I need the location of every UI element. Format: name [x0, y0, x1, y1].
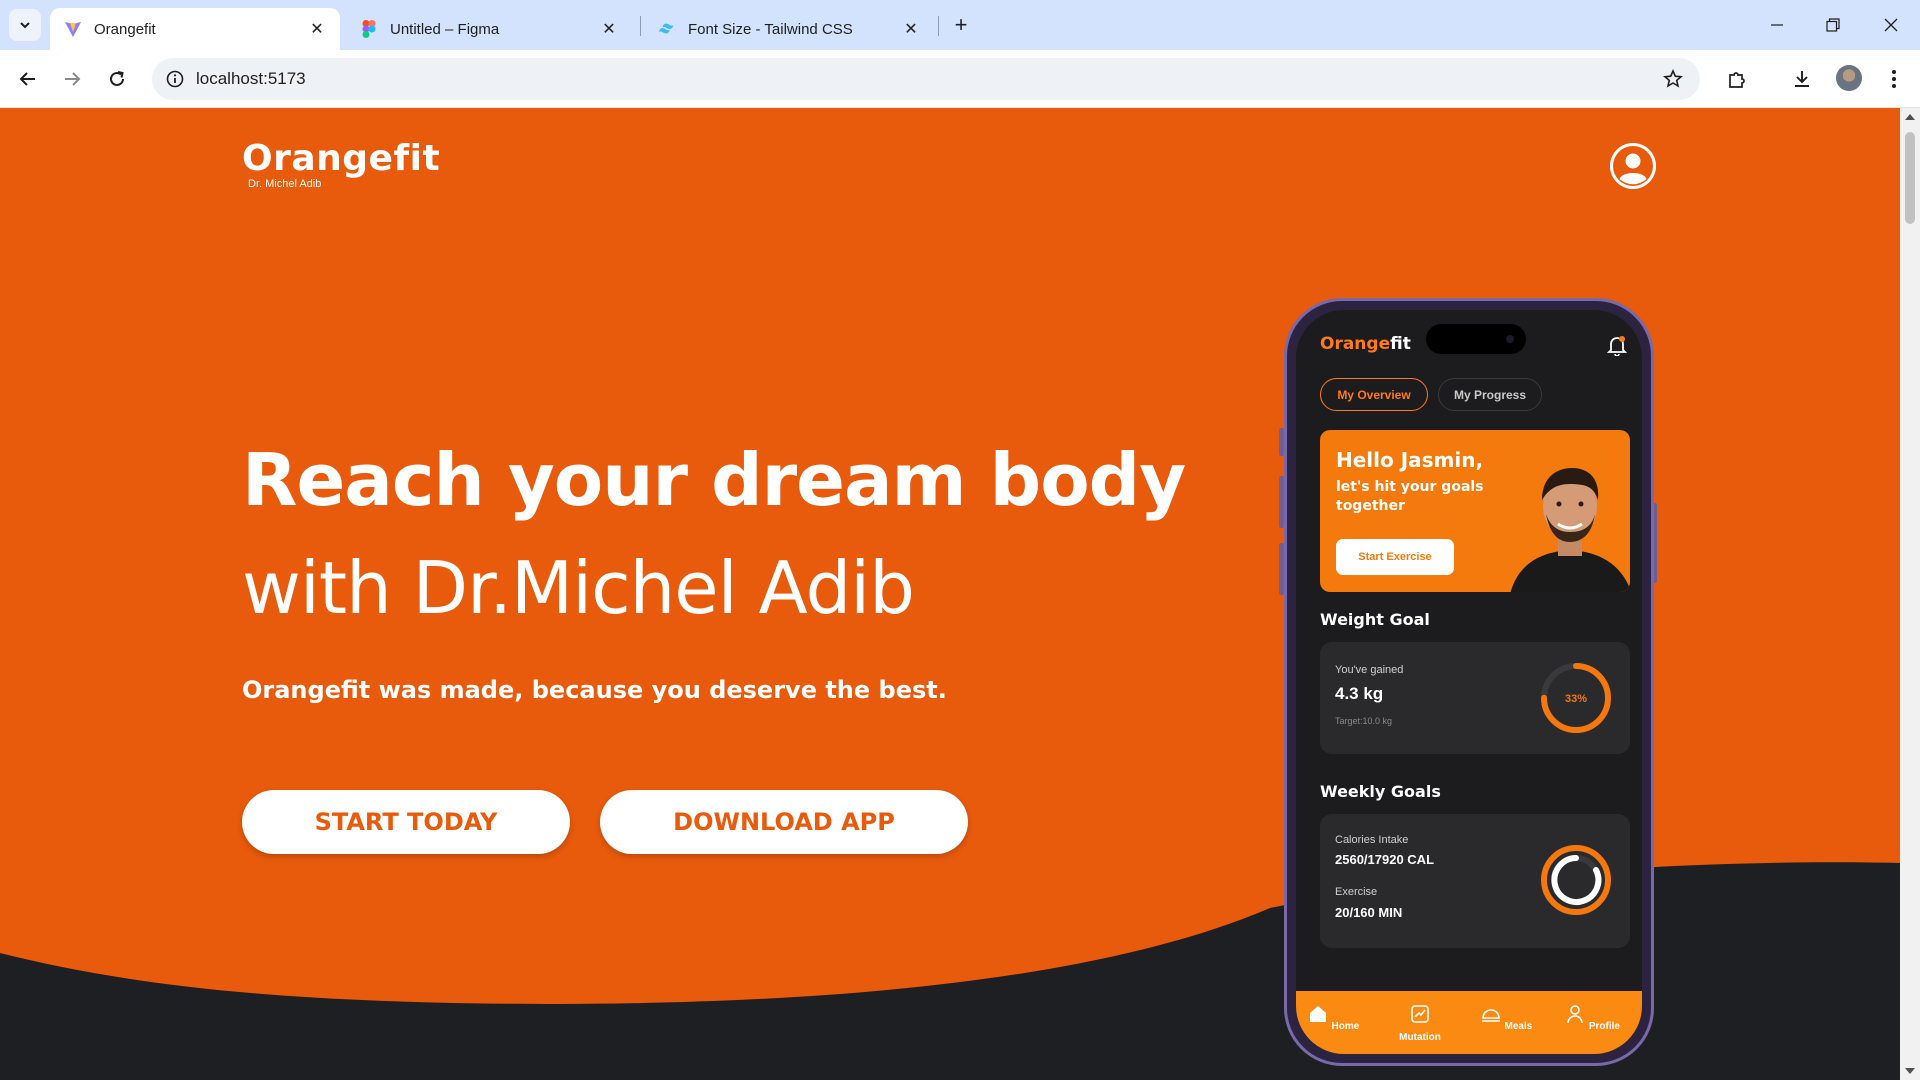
scroll-up-arrow-icon[interactable] — [1905, 114, 1915, 120]
page-scrollbar[interactable] — [1900, 108, 1920, 1080]
tab-title: Font Size - Tailwind CSS — [688, 20, 853, 38]
tailwind-icon — [658, 20, 676, 38]
exercise-value: 20/160 MIN — [1335, 905, 1403, 920]
reload-icon — [110, 71, 124, 86]
nav-home[interactable]: Home — [1303, 1003, 1363, 1032]
person-icon — [1567, 1005, 1583, 1024]
weight-label: You've gained — [1335, 664, 1404, 676]
exercise-label: Exercise — [1335, 886, 1378, 898]
close-icon[interactable]: ✕ — [308, 20, 326, 38]
address-bar[interactable]: localhost:5173 — [152, 58, 1700, 100]
arrow-right-icon — [65, 72, 81, 86]
chart-icon — [1411, 1005, 1429, 1023]
downloads-button[interactable] — [1786, 63, 1818, 95]
close-icon[interactable]: ✕ — [600, 20, 618, 38]
close-window-button[interactable] — [1876, 10, 1906, 40]
app-logo: Orangefit — [1320, 334, 1411, 354]
tab-title: Untitled – Figma — [390, 20, 500, 38]
phone-mockup: Orangefit My Overview My Progress Hello … — [1284, 298, 1654, 1066]
tab-tailwind[interactable]: Font Size - Tailwind CSS ✕ — [644, 8, 934, 50]
scroll-down-arrow-icon[interactable] — [1905, 1068, 1915, 1074]
browser-tab-bar: Orangefit ✕ Untitled – Figma ✕ Font Size… — [0, 0, 1920, 50]
puzzle-icon — [1729, 72, 1745, 88]
tab-separator — [938, 16, 939, 36]
home-icon — [1309, 1006, 1326, 1022]
restore-icon — [1826, 18, 1840, 32]
scrollbar-thumb[interactable] — [1905, 132, 1915, 224]
nav-profile[interactable]: Profile — [1562, 1003, 1622, 1032]
extensions-button[interactable] — [1721, 63, 1753, 95]
brand-subtitle: Dr. Michel Adib — [248, 178, 322, 190]
calories-label: Calories Intake — [1335, 834, 1409, 846]
more-vert-icon — [1892, 70, 1896, 88]
nav-meals[interactable]: Meals — [1476, 1003, 1536, 1032]
tab-figma[interactable]: Untitled – Figma ✕ — [346, 8, 632, 50]
greeting-title: Hello Jasmin, — [1336, 448, 1484, 472]
back-button[interactable] — [12, 63, 44, 95]
figma-icon — [360, 20, 378, 38]
minimize-button[interactable] — [1762, 10, 1792, 40]
page-viewport: Orangefit Dr. Michel Adib Reach your dre… — [0, 108, 1900, 1080]
weight-progress-ring: 33% — [1541, 663, 1611, 733]
hero-subheadline: with Dr.Michel Adib — [242, 546, 915, 630]
tab-orangefit[interactable]: Orangefit ✕ — [50, 8, 340, 50]
user-account-button[interactable] — [1610, 143, 1656, 189]
hero-headline: Reach your dream body — [242, 438, 1186, 522]
reload-button[interactable] — [101, 63, 133, 95]
forward-button[interactable] — [56, 63, 88, 95]
weight-percent: 33% — [1565, 693, 1587, 705]
app-bottom-nav: Home Mutation Meals Profile — [1296, 991, 1642, 1054]
arrow-left-icon — [19, 72, 35, 86]
weight-value: 4.3 kg — [1335, 684, 1384, 703]
site-info-icon[interactable] — [164, 68, 186, 90]
start-today-button[interactable]: START TODAY — [242, 790, 570, 854]
brand-logo[interactable]: Orangefit — [242, 138, 440, 179]
weight-target: Target:10.0 kg — [1335, 716, 1393, 726]
weight-goal-card[interactable]: You've gained 4.3 kg Target:10.0 kg 33% — [1320, 642, 1630, 754]
download-app-button[interactable]: DOWNLOAD APP — [600, 790, 968, 854]
chevron-down-icon — [20, 22, 30, 29]
weekly-goals-card[interactable]: Calories Intake 2560/17920 CAL Exercise … — [1320, 814, 1630, 948]
bell-icon[interactable] — [1606, 334, 1628, 356]
start-exercise-button[interactable]: Start Exercise — [1336, 539, 1454, 575]
tab-title: Orangefit — [94, 20, 156, 38]
weekly-progress-ring — [1541, 845, 1611, 915]
new-tab-button[interactable]: + — [948, 12, 974, 38]
user-icon — [1610, 143, 1656, 189]
browser-toolbar: localhost:5173 — [0, 50, 1920, 108]
dish-icon — [1481, 1009, 1500, 1022]
vite-icon — [64, 20, 82, 38]
weight-goal-title: Weight Goal — [1320, 610, 1430, 629]
url-text[interactable]: localhost:5173 — [196, 69, 306, 89]
restore-button[interactable] — [1818, 10, 1848, 40]
browser-menu-button[interactable] — [1878, 63, 1910, 95]
minimize-icon — [1771, 24, 1783, 26]
tab-separator — [640, 16, 641, 36]
tab-my-overview[interactable]: My Overview — [1320, 378, 1428, 411]
close-icon[interactable]: ✕ — [902, 20, 920, 38]
download-icon — [1795, 71, 1809, 87]
dynamic-island — [1426, 324, 1526, 354]
hero-tagline: Orangefit was made, because you deserve … — [242, 676, 947, 704]
greeting-message: let's hit your goals together — [1336, 479, 1484, 514]
nav-mutation[interactable]: Mutation — [1390, 1003, 1450, 1043]
trainer-photo — [1510, 468, 1630, 592]
profile-avatar[interactable] — [1836, 65, 1862, 91]
greeting-banner: Hello Jasmin, let's hit your goals toget… — [1320, 430, 1630, 592]
tab-search-button[interactable] — [9, 9, 41, 41]
close-icon — [1884, 18, 1898, 32]
bookmark-star-icon[interactable] — [1662, 68, 1684, 90]
tab-my-progress[interactable]: My Progress — [1438, 378, 1542, 411]
weekly-goals-title: Weekly Goals — [1320, 782, 1441, 801]
phone-screen: Orangefit My Overview My Progress Hello … — [1296, 310, 1642, 1054]
calories-value: 2560/17920 CAL — [1335, 852, 1435, 867]
